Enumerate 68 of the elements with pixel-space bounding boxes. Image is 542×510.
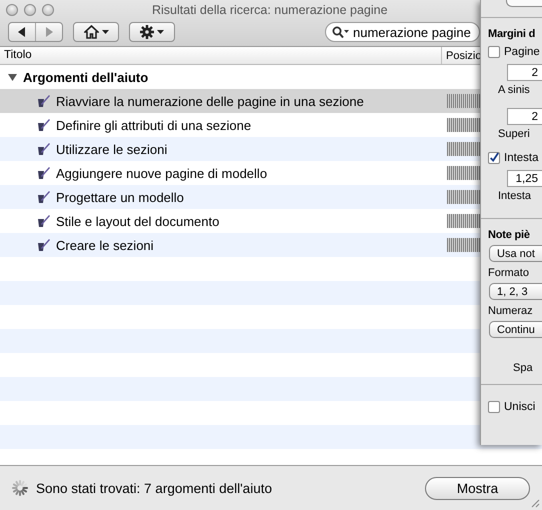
- caret-icon: [157, 30, 164, 34]
- field-caption: Intesta: [498, 190, 532, 202]
- result-title: Aggiungere nuove pagine di modello: [56, 166, 268, 180]
- help-topic-icon: [36, 214, 50, 228]
- column-header[interactable]: Titolo: [0, 47, 442, 64]
- result-row[interactable]: Aggiungere nuove pagine di modello: [0, 161, 480, 185]
- help-topic-icon: [36, 190, 50, 204]
- checkbox[interactable]: [488, 401, 500, 413]
- field-caption: A sinis: [498, 84, 531, 96]
- result-row[interactable]: Riavviare la numerazione delle pagine in una sezione: [0, 89, 480, 113]
- column-header[interactable]: Posizio: [442, 50, 482, 62]
- gear-icon: [140, 25, 154, 39]
- resize-grip-icon[interactable]: [530, 498, 540, 508]
- popup-button[interactable]: 1, 2, 3: [489, 283, 542, 300]
- number-field[interactable]: 1,25: [507, 170, 542, 187]
- result-title: Progettare un modello: [56, 190, 185, 204]
- popup-button[interactable]: Continu: [489, 321, 542, 338]
- section-heading: Note piè: [488, 229, 531, 241]
- number-field[interactable]: 2: [507, 108, 542, 125]
- help-topic-icon: [36, 118, 50, 132]
- disclosure-triangle-icon[interactable]: [8, 72, 17, 82]
- home-icon: [84, 25, 98, 39]
- popup-button[interactable]: Usa not: [489, 245, 542, 262]
- help-topic-icon: [36, 166, 50, 180]
- field-label: Numeraz: [488, 305, 534, 317]
- result-title: Riavviare la numerazione delle pagine in una sezione: [56, 94, 365, 108]
- help-topic-icon: [36, 142, 50, 156]
- help-topic-icon: [36, 94, 50, 108]
- settings-menu-button[interactable]: [129, 22, 175, 42]
- relevance-bar: [447, 166, 480, 180]
- relevance-bar: [447, 118, 480, 132]
- status-text: Sono stati trovati: 7 argomenti dell'aiuto: [36, 480, 272, 496]
- checkbox-label: Unisci: [504, 401, 536, 413]
- relevance-bar: [447, 94, 480, 108]
- result-title: Stile e layout del documento: [56, 214, 220, 228]
- home-menu-button[interactable]: [73, 22, 119, 42]
- right-triangle-icon: [44, 27, 54, 37]
- checkbox-label: Intesta: [504, 152, 539, 164]
- result-row[interactable]: Stile e layout del documento: [0, 209, 480, 233]
- help-topic-icon: [36, 238, 50, 252]
- field-caption: Superi: [498, 128, 531, 140]
- checkbox-label: Pagine: [504, 46, 540, 58]
- spinner-icon: [12, 480, 28, 496]
- result-title: Definire gli attributi di una sezione: [56, 118, 252, 132]
- search-icon: [332, 26, 350, 38]
- search-field[interactable]: numerazione pagine: [325, 22, 480, 42]
- checkbox[interactable]: [488, 152, 500, 164]
- section-heading: Margini d: [488, 28, 536, 40]
- minimize-button[interactable]: [24, 4, 36, 16]
- caret-icon: [102, 30, 108, 34]
- result-title: Creare le sezioni: [56, 238, 155, 252]
- relevance-bar: [447, 190, 480, 204]
- field-label: Formato: [488, 267, 530, 279]
- window-title: Risultati della ricerca: numerazione pagine: [152, 3, 388, 17]
- zoom-button[interactable]: [42, 4, 54, 16]
- left-triangle-icon: [17, 27, 27, 37]
- result-title: Utilizzare le sezioni: [56, 142, 168, 156]
- relevance-bar: [447, 238, 480, 252]
- checkbox[interactable]: [488, 46, 500, 58]
- close-button[interactable]: [6, 4, 18, 16]
- group-label: Argomenti dell'aiuto: [23, 70, 148, 84]
- result-row[interactable]: Definire gli attributi di una sezione: [0, 113, 480, 137]
- field-caption: Spa: [513, 362, 534, 374]
- relevance-bar: [447, 214, 480, 228]
- number-field[interactable]: 2: [507, 64, 542, 81]
- relevance-bar: [447, 142, 480, 156]
- popup-button[interactable]: [506, 0, 542, 7]
- show-button[interactable]: Mostra: [425, 476, 530, 500]
